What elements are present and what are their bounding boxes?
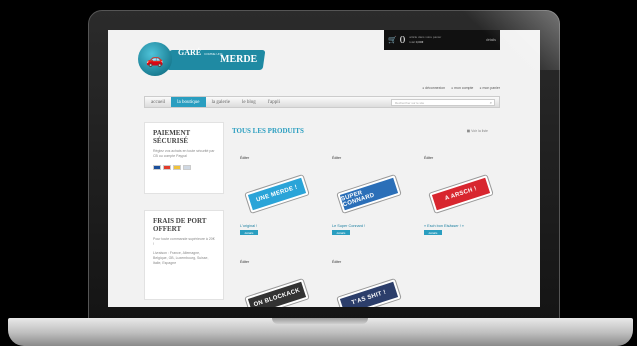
payment-box: PAIEMENT SÉCURISÉ Réglez vos achats en t…: [144, 122, 224, 194]
payment-title: PAIEMENT SÉCURISÉ: [153, 129, 191, 145]
shipping-text1: Pour toute commande supérieure à 20€ !: [153, 237, 215, 246]
cart-count: 0: [399, 34, 406, 46]
cart-total-label: total: [409, 40, 415, 44]
my-cart-link[interactable]: mon panier: [479, 86, 500, 90]
nav-item-shop[interactable]: la boutique: [171, 97, 206, 107]
paypal-icon: [183, 165, 191, 170]
browser-screen: 🛒 0 article dans votre panier total 0,00…: [108, 30, 540, 307]
cart-detail-link[interactable]: détails: [486, 38, 496, 42]
logo-line1: GARÉ: [178, 48, 202, 57]
details-button[interactable]: détails: [240, 230, 258, 235]
site-logo[interactable]: 🚗 GARÉ COMME UNE MERDE: [138, 42, 268, 76]
product-image[interactable]: SUPER CONNARD: [337, 170, 401, 218]
product-name[interactable]: Le Super Connard !: [332, 224, 365, 228]
sticker-image: A ARSCH !: [429, 175, 493, 213]
card-icon: [173, 165, 181, 170]
nav-item-gallery[interactable]: la galerie: [206, 97, 236, 107]
laptop-notch: [272, 318, 368, 324]
sticker-image: UNE MERDE !: [245, 175, 309, 213]
sticker-image: T'AS SHIT !: [337, 279, 401, 307]
product-card[interactable]: Éditer UNE MERDE ! L'original ! détails: [240, 156, 320, 250]
view-list-toggle[interactable]: Voir la liste: [467, 129, 488, 133]
product-image[interactable]: ON BLOCKACK: [245, 274, 309, 307]
product-name[interactable]: L'original !: [240, 224, 257, 228]
payment-icons: [153, 165, 215, 170]
search-placeholder: Rechercher sur le site: [395, 100, 425, 105]
account-links: déconnexion mon compte mon panier: [422, 86, 500, 90]
product-card[interactable]: Éditer A ARSCH ! « Esch bon Elsässer ! »…: [424, 156, 504, 250]
nav-item-home[interactable]: accueil: [145, 97, 171, 107]
shipping-box: FRAIS DE PORT OFFERT Pour toute commande…: [144, 210, 224, 300]
product-edit[interactable]: Éditer: [240, 260, 320, 264]
cart-info: article dans votre panier total 0,00€: [409, 35, 486, 45]
search-input[interactable]: Rechercher sur le site ⌕: [391, 99, 495, 106]
details-button[interactable]: détails: [424, 230, 442, 235]
my-account-link[interactable]: mon compte: [451, 86, 473, 90]
mastercard-icon: [163, 165, 171, 170]
product-name[interactable]: « Esch bon Elsässer ! »: [424, 224, 464, 228]
page-title: TOUS LES PRODUITS: [232, 127, 304, 135]
product-edit[interactable]: Éditer: [240, 156, 320, 160]
car-icon: 🚗: [138, 42, 172, 76]
search-icon[interactable]: ⌕: [490, 100, 492, 105]
sticker-image: SUPER CONNARD: [337, 175, 401, 213]
details-button[interactable]: détails: [332, 230, 350, 235]
cart-amount: 0,00€: [415, 40, 424, 44]
product-image[interactable]: A ARSCH !: [429, 170, 493, 218]
product-image[interactable]: UNE MERDE !: [245, 170, 309, 218]
payment-text: Réglez vos achats en toute sécurité par …: [153, 149, 215, 158]
cart-panel[interactable]: 🛒 0 article dans votre panier total 0,00…: [384, 30, 500, 50]
sticker-image: ON BLOCKACK: [245, 279, 309, 307]
cart-icon: 🛒: [388, 37, 397, 44]
logo-line2: MERDE: [220, 54, 258, 65]
product-card[interactable]: Éditer SUPER CONNARD Le Super Connard ! …: [332, 156, 412, 250]
logout-link[interactable]: déconnexion: [422, 86, 445, 90]
nav-item-app[interactable]: l'appli: [262, 97, 286, 107]
product-edit[interactable]: Éditer: [424, 156, 504, 160]
nav-item-blog[interactable]: le blog: [236, 97, 262, 107]
product-card[interactable]: Éditer T'AS SHIT !: [332, 260, 412, 307]
product-image[interactable]: T'AS SHIT !: [337, 274, 401, 307]
visa-icon: [153, 165, 161, 170]
shipping-title: FRAIS DE PORT OFFERT: [153, 217, 207, 233]
product-edit[interactable]: Éditer: [332, 156, 412, 160]
product-edit[interactable]: Éditer: [332, 260, 412, 264]
main-nav: accueil la boutique la galerie le blog l…: [144, 96, 500, 108]
product-card[interactable]: Éditer ON BLOCKACK: [240, 260, 320, 307]
shipping-text2: Livraison : France, Allemagne, Belgique,…: [153, 251, 209, 265]
